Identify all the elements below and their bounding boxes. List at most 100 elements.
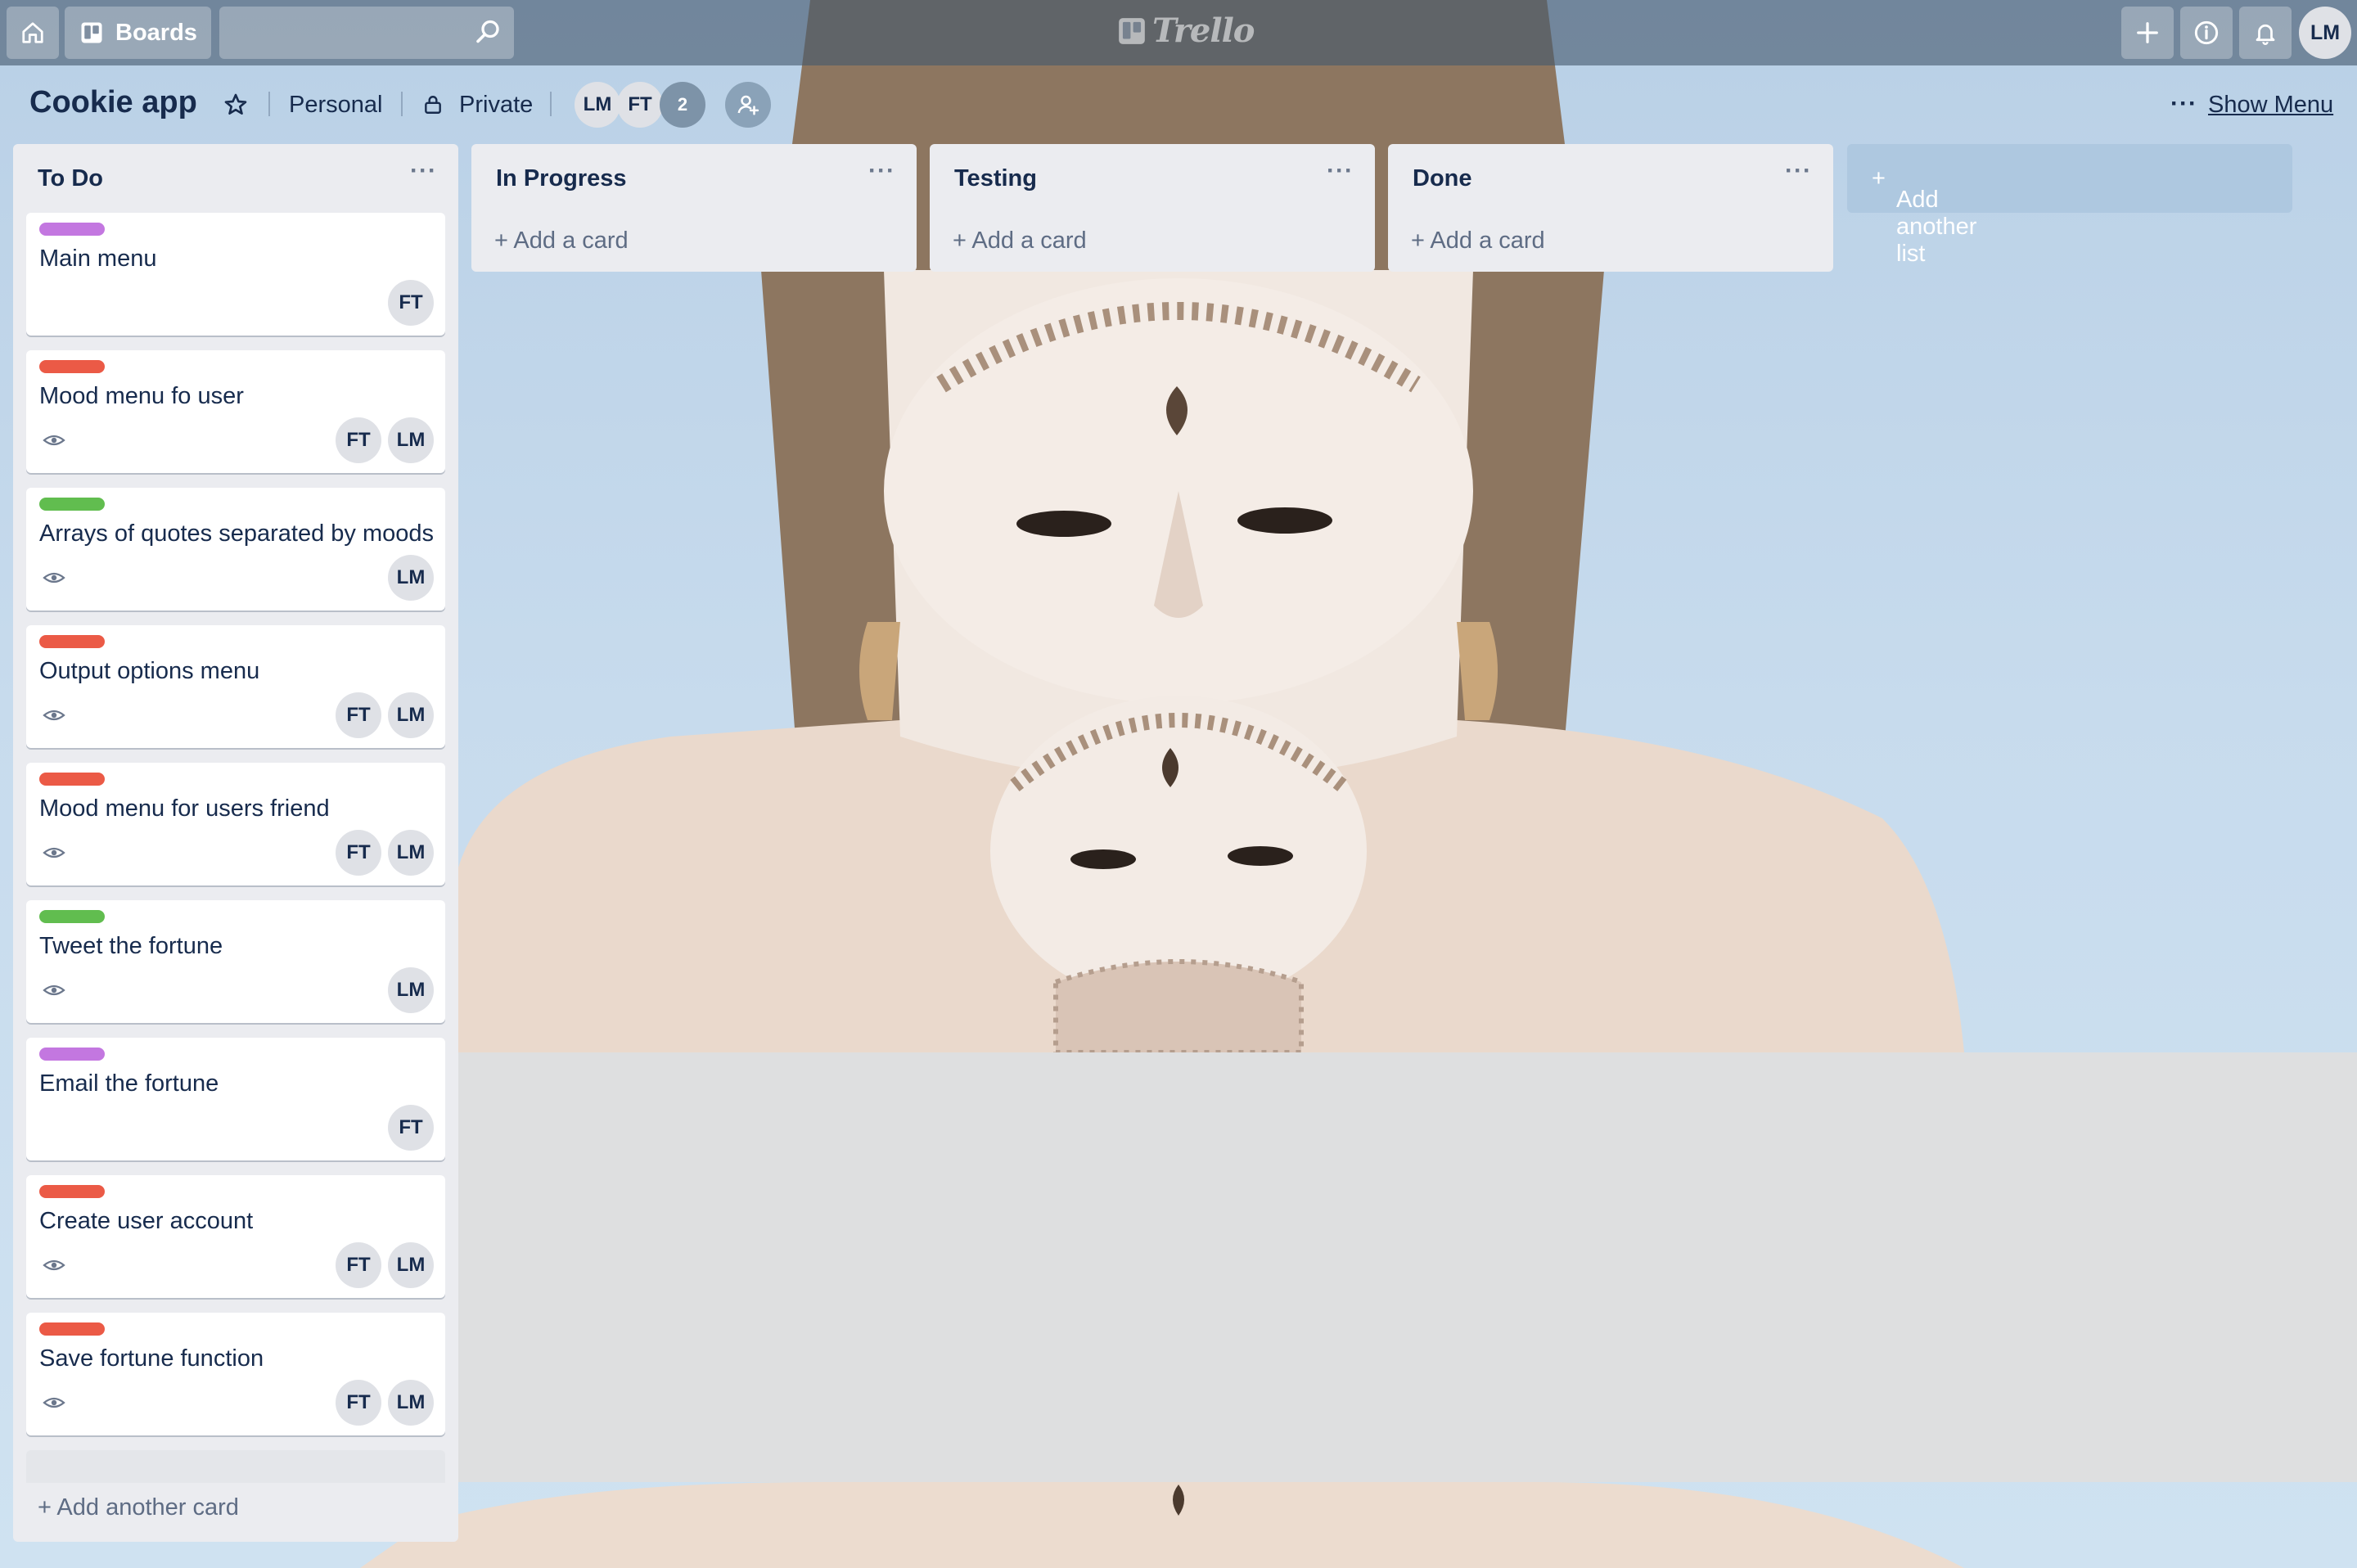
home-icon xyxy=(22,22,43,43)
header-divider xyxy=(550,92,552,116)
card-label[interactable] xyxy=(39,1048,105,1061)
visibility-button[interactable]: Private xyxy=(459,92,533,119)
lock-icon xyxy=(422,93,444,120)
header-divider xyxy=(401,92,403,116)
card[interactable]: Main menu FT xyxy=(26,213,445,336)
card[interactable]: Mood menu fo user FT LM xyxy=(26,350,445,473)
add-list-label: + Add another list xyxy=(1872,165,1977,267)
card-member-avatar[interactable]: FT xyxy=(336,692,381,738)
card-member-avatar[interactable]: LM xyxy=(388,1242,434,1288)
list-title[interactable]: To Do xyxy=(38,165,103,192)
card-member-avatar[interactable]: FT xyxy=(336,417,381,463)
card-label[interactable] xyxy=(39,223,105,236)
add-card-label: Add a card xyxy=(1430,228,1545,254)
member-avatar[interactable]: LM xyxy=(575,82,620,128)
add-another-card-button[interactable]: + Add another card xyxy=(38,1494,239,1521)
list-title[interactable]: Testing xyxy=(954,165,1037,192)
add-card-label: Add another card xyxy=(56,1494,239,1521)
trello-logo[interactable]: Trello xyxy=(1116,11,1255,50)
create-button[interactable] xyxy=(2121,7,2174,59)
add-card-button[interactable]: + Add a card xyxy=(1411,228,1545,255)
search-icon xyxy=(476,20,499,43)
card-placeholder xyxy=(26,1450,445,1483)
card-title: Email the fortune xyxy=(39,1070,219,1097)
card-member-avatar[interactable]: LM xyxy=(388,692,434,738)
list-header: To Do ··· xyxy=(13,144,458,210)
card-member-avatar[interactable]: LM xyxy=(388,1380,434,1426)
list-in-progress: In Progress ··· + Add a card xyxy=(471,144,917,272)
card[interactable]: Email the fortune FT xyxy=(26,1038,445,1160)
card-title: Mood menu fo user xyxy=(39,383,244,409)
member-avatar[interactable]: FT xyxy=(617,82,663,128)
header-divider xyxy=(268,92,270,116)
star-board-button[interactable] xyxy=(223,92,249,122)
boards-button[interactable]: Boards xyxy=(65,7,211,59)
card[interactable]: Save fortune function FT LM xyxy=(26,1313,445,1435)
card-label[interactable] xyxy=(39,498,105,511)
card-title: Output options menu xyxy=(39,658,260,684)
show-menu-link[interactable]: Show Menu xyxy=(2208,92,2333,119)
list-header: Done ··· xyxy=(1388,144,1833,210)
list-menu-icon[interactable]: ··· xyxy=(868,157,895,185)
info-button[interactable] xyxy=(2180,7,2233,59)
boards-label: Boards xyxy=(115,19,197,46)
card-title: Mood menu for users friend xyxy=(39,795,330,822)
eye-icon xyxy=(43,572,65,583)
boards-icon xyxy=(81,22,102,43)
add-card-button[interactable]: + Add a card xyxy=(953,228,1087,255)
card-member-avatar[interactable]: LM xyxy=(388,830,434,876)
notifications-button[interactable] xyxy=(2239,7,2292,59)
card-member-avatar[interactable]: FT xyxy=(336,1380,381,1426)
list-testing: Testing ··· + Add a card xyxy=(930,144,1375,272)
list-title[interactable]: In Progress xyxy=(496,165,627,192)
card-member-avatar[interactable]: LM xyxy=(388,967,434,1013)
board-title[interactable]: Cookie app xyxy=(29,85,197,120)
add-list-text: Add another list xyxy=(1896,187,1977,267)
user-avatar[interactable]: LM xyxy=(2299,7,2351,59)
member-count-badge[interactable]: 2 xyxy=(660,82,705,128)
card-member-avatar[interactable]: FT xyxy=(336,1242,381,1288)
home-button[interactable] xyxy=(7,7,59,59)
invite-button[interactable] xyxy=(725,82,771,128)
card[interactable]: Tweet the fortune LM xyxy=(26,900,445,1023)
card-member-avatar[interactable]: LM xyxy=(388,417,434,463)
eye-icon xyxy=(43,710,65,721)
card-member-avatar[interactable]: LM xyxy=(388,555,434,601)
eye-icon xyxy=(43,985,65,996)
search-input[interactable] xyxy=(219,7,514,59)
card-member-avatar[interactable]: FT xyxy=(336,830,381,876)
card-label[interactable] xyxy=(39,910,105,923)
eye-icon xyxy=(43,435,65,446)
add-card-button[interactable]: + Add a card xyxy=(494,228,629,255)
card[interactable]: Mood menu for users friend FT LM xyxy=(26,763,445,885)
card[interactable]: Arrays of quotes separated by moods LM xyxy=(26,488,445,611)
top-header: Boards Trello LM xyxy=(0,0,2357,65)
card-label[interactable] xyxy=(39,635,105,648)
list-menu-icon[interactable]: ··· xyxy=(1785,157,1812,185)
list-menu-icon[interactable]: ··· xyxy=(410,157,437,185)
bell-icon xyxy=(2256,24,2275,45)
card[interactable]: Output options menu FT LM xyxy=(26,625,445,748)
trello-logo-icon xyxy=(1119,17,1145,44)
card-title: Main menu xyxy=(39,246,157,272)
list-to-do: To Do ··· Main menu FT Mood menu fo user FT… xyxy=(13,144,458,1542)
eye-icon xyxy=(43,1259,65,1271)
team-button[interactable]: Personal xyxy=(289,92,382,119)
list-done: Done ··· + Add a card xyxy=(1388,144,1833,272)
card-title: Arrays of quotes separated by moods xyxy=(39,520,434,547)
add-another-list-button[interactable]: + Add another list xyxy=(1847,144,2292,267)
info-icon xyxy=(2194,20,2219,45)
more-icon[interactable]: ··· xyxy=(2170,90,2197,118)
card[interactable]: Create user account FT LM xyxy=(26,1175,445,1298)
add-card-label: Add a card xyxy=(513,228,629,254)
card-label[interactable] xyxy=(39,1185,105,1198)
eye-icon xyxy=(43,1397,65,1408)
list-menu-icon[interactable]: ··· xyxy=(1327,157,1354,185)
card-member-avatar[interactable]: FT xyxy=(388,280,434,326)
list-title[interactable]: Done xyxy=(1413,165,1472,192)
card-label[interactable] xyxy=(39,1322,105,1336)
list-header: In Progress ··· xyxy=(471,144,917,210)
card-label[interactable] xyxy=(39,360,105,373)
card-label[interactable] xyxy=(39,773,105,786)
card-member-avatar[interactable]: FT xyxy=(388,1105,434,1151)
